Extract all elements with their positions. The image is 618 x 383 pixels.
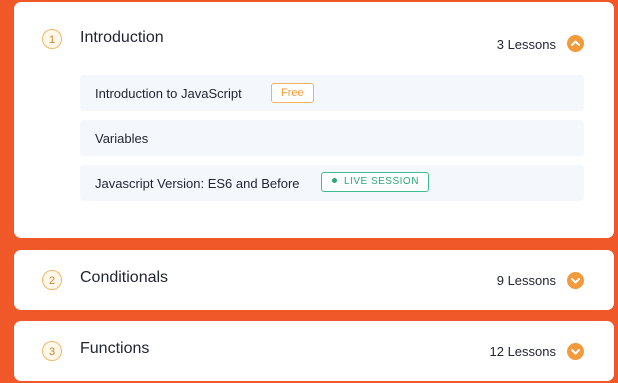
lesson-item[interactable]: Variables — [80, 120, 584, 156]
section-number: 3 — [42, 341, 62, 361]
lesson-count: 9 Lessons — [496, 273, 556, 288]
section-card-introduction: 1 Introduction 3 Lessons Introduction to… — [14, 2, 614, 238]
section-title: Introduction — [80, 29, 164, 46]
lesson-title: Introduction to JavaScript — [95, 86, 242, 101]
lesson-item[interactable]: Introduction to JavaScript Free — [80, 75, 584, 111]
section-card-conditionals: 2 Conditionals 9 Lessons — [14, 250, 614, 310]
lesson-count: 12 Lessons — [489, 344, 557, 359]
live-dot-icon — [332, 177, 337, 183]
free-badge: Free — [271, 83, 314, 103]
lesson-count: 3 Lessons — [496, 37, 556, 52]
section-card-functions: 3 Functions 12 Lessons — [14, 321, 614, 381]
live-session-badge: LIVE SESSION — [321, 172, 429, 192]
section-number: 2 — [42, 270, 62, 290]
section-header-introduction[interactable]: 1 Introduction 3 Lessons — [14, 2, 614, 78]
section-title: Functions — [80, 340, 150, 357]
section-header-conditionals[interactable]: 2 Conditionals 9 Lessons — [14, 250, 614, 310]
chevron-up-icon[interactable] — [567, 35, 584, 52]
section-number: 1 — [42, 29, 62, 49]
lesson-title: Variables — [95, 131, 149, 146]
lesson-list: Introduction to JavaScript Free Variable… — [80, 75, 584, 210]
section-title: Conditionals — [80, 269, 169, 286]
chevron-down-icon[interactable] — [567, 343, 584, 360]
chevron-down-icon[interactable] — [567, 272, 584, 289]
lesson-title: Javascript Version: ES6 and Before — [95, 176, 300, 191]
live-session-label: LIVE SESSION — [344, 176, 419, 187]
lesson-item[interactable]: Javascript Version: ES6 and Before LIVE … — [80, 165, 584, 201]
section-header-functions[interactable]: 3 Functions 12 Lessons — [14, 321, 614, 381]
